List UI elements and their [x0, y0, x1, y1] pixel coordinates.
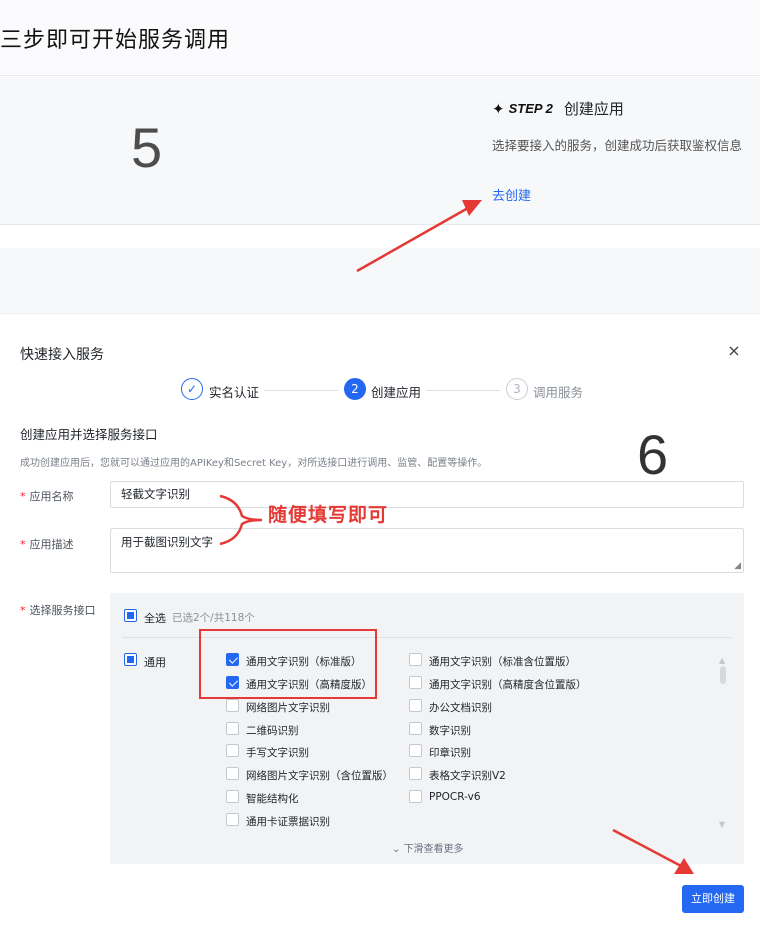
quick-access-modal: 快速接入服务 × ✓ 实名认证 2 创建应用 3 调用服务 创建应用并选择服务接… — [0, 326, 760, 926]
service-checkbox[interactable] — [409, 790, 422, 803]
service-label: PPOCR-v6 — [429, 791, 481, 803]
modal-title: 快速接入服务 — [20, 347, 104, 363]
highlight-box — [199, 629, 377, 699]
service-label: 表格文字识别V2 — [429, 770, 506, 782]
service-checkbox[interactable] — [226, 744, 239, 757]
step-description: 选择要接入的服务，创建成功后获取鉴权信息 — [492, 138, 743, 153]
group-checkbox[interactable] — [124, 653, 137, 666]
service-checkbox[interactable] — [226, 767, 239, 780]
scroll-down-icon[interactable]: ▼ — [719, 820, 725, 829]
scroll-up-icon[interactable]: ▲ — [719, 656, 725, 665]
scrollbar-thumb[interactable] — [720, 666, 726, 684]
app-desc-textarea[interactable]: 用于截图识别文字 ◢ — [110, 528, 744, 573]
step-3-indicator: 3 — [506, 378, 528, 400]
annotation-text: 随便填写即可 — [268, 504, 389, 526]
service-label: 印章识别 — [429, 747, 471, 759]
step-connector — [426, 390, 500, 391]
service-checkbox[interactable] — [226, 722, 239, 735]
service-label: 办公文档识别 — [429, 702, 492, 714]
sparkle-icon: ✦ — [492, 99, 505, 118]
service-label: 网络图片文字识别 — [246, 702, 330, 714]
select-all-checkbox[interactable] — [124, 609, 137, 622]
scroll-more-hint[interactable]: ⌄ 下滑查看更多 — [392, 840, 464, 855]
step-header: ✦ STEP 2 创建应用 — [492, 98, 624, 119]
step-2-indicator: 2 — [344, 378, 366, 400]
step-1-label: 实名认证 — [209, 385, 260, 400]
service-checkbox[interactable] — [409, 744, 422, 757]
stepper: ✓ 实名认证 2 创建应用 3 调用服务 — [0, 378, 760, 402]
service-label: 通用卡证票据识别 — [246, 816, 330, 828]
service-checkbox[interactable] — [409, 722, 422, 735]
step-name: 创建应用 — [563, 100, 624, 118]
service-label: 通用文字识别（标准含位置版） — [429, 656, 576, 668]
page-title: 三步即可开始服务调用 — [0, 28, 231, 53]
app-desc-value: 用于截图识别文字 — [121, 535, 213, 549]
service-label: 通用文字识别（高精度含位置版） — [429, 679, 587, 691]
step-card-next — [0, 248, 760, 314]
services-label: * 选择服务接口 — [20, 604, 96, 617]
service-checkbox[interactable] — [409, 653, 422, 666]
app-desc-label: * 应用描述 — [20, 538, 74, 551]
selected-count: 已选2个/共118个 — [172, 612, 255, 624]
step-3-label: 调用服务 — [533, 385, 584, 400]
chevron-down-icon: ⌄ — [392, 844, 404, 855]
app-name-input[interactable]: 轻截文字识别 — [110, 481, 744, 508]
step-badge: STEP 2 — [508, 101, 553, 116]
service-checkbox[interactable] — [226, 699, 239, 712]
service-label: 智能结构化 — [246, 793, 299, 805]
page-header: 三步即可开始服务调用 — [0, 0, 760, 76]
go-create-link[interactable]: 去创建 — [492, 185, 531, 204]
service-label: 数字识别 — [429, 725, 471, 737]
divider — [0, 226, 760, 248]
service-label: 手写文字识别 — [246, 747, 309, 759]
required-mark: * — [20, 604, 26, 617]
group-label: 通用 — [144, 656, 166, 669]
section-title: 创建应用并选择服务接口 — [20, 427, 158, 442]
service-checkbox[interactable] — [409, 767, 422, 780]
annotation-number-6: 6 — [637, 423, 669, 486]
service-checkbox[interactable] — [409, 699, 422, 712]
service-checkbox[interactable] — [409, 676, 422, 689]
service-checkbox[interactable] — [226, 790, 239, 803]
required-mark: * — [20, 490, 26, 503]
resize-grip-icon[interactable]: ◢ — [734, 561, 741, 571]
section-description: 成功创建应用后，您就可以通过应用的APIKey和Secret Key，对所选接口… — [20, 458, 488, 469]
required-mark: * — [20, 538, 26, 551]
app-name-label: * 应用名称 — [20, 490, 74, 503]
annotation-number-5: 5 — [131, 116, 163, 179]
service-label: 网络图片文字识别（含位置版） — [246, 770, 393, 782]
service-label: 二维码识别 — [246, 725, 299, 737]
step-1-check-icon: ✓ — [181, 378, 203, 400]
select-all-label: 全选 — [144, 612, 166, 625]
step-connector — [264, 390, 338, 391]
close-icon[interactable]: × — [725, 342, 743, 360]
create-now-button[interactable]: 立即创建 — [682, 885, 744, 913]
service-checkbox[interactable] — [226, 813, 239, 826]
brace-annotation-icon — [219, 494, 263, 546]
step-2-label: 创建应用 — [371, 385, 422, 400]
